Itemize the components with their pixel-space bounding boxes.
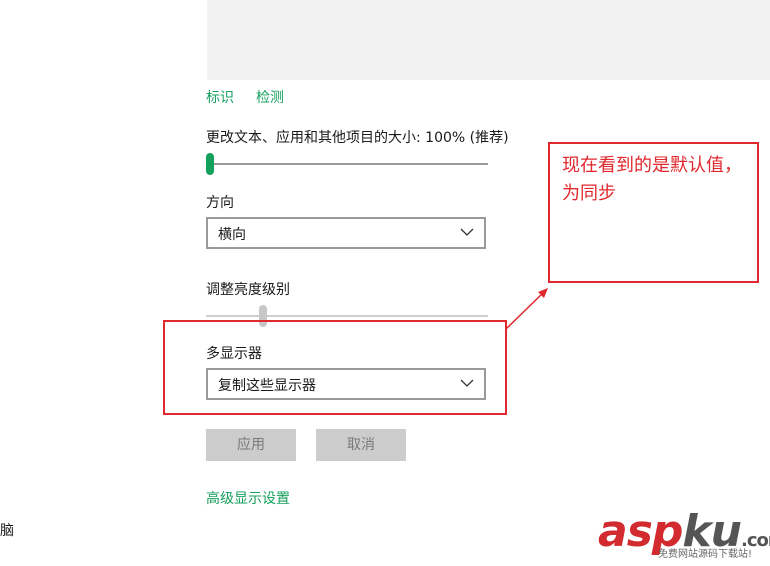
- brightness-label: 调整亮度级别: [206, 282, 290, 298]
- scale-label: 更改文本、应用和其他项目的大小: 100% (推荐): [206, 130, 509, 146]
- apply-button[interactable]: 应用: [206, 429, 296, 461]
- scale-slider[interactable]: [206, 150, 488, 178]
- annotation-note-text: 现在看到的是默认值，为同步: [562, 155, 742, 204]
- orientation-dropdown[interactable]: 横向: [206, 217, 486, 249]
- annotation-arrow-icon: [505, 288, 548, 330]
- site-watermark-subtitle: 免费网站源码下载站!: [658, 549, 753, 560]
- chevron-down-icon: [460, 228, 474, 236]
- advanced-display-settings-link[interactable]: 高级显示设置: [206, 488, 290, 508]
- orientation-label: 方向: [206, 195, 234, 211]
- identify-link[interactable]: 标识: [206, 87, 234, 107]
- brightness-slider-track: [206, 315, 488, 317]
- scale-slider-track: [210, 163, 488, 165]
- display-preview-area[interactable]: [207, 0, 770, 80]
- detect-link[interactable]: 检测: [256, 87, 284, 107]
- left-text-fragment: 脑: [0, 523, 14, 539]
- cancel-button[interactable]: 取消: [316, 429, 406, 461]
- annotation-highlight-box: [163, 320, 507, 415]
- orientation-value: 横向: [218, 227, 246, 243]
- scale-slider-thumb[interactable]: [206, 153, 214, 175]
